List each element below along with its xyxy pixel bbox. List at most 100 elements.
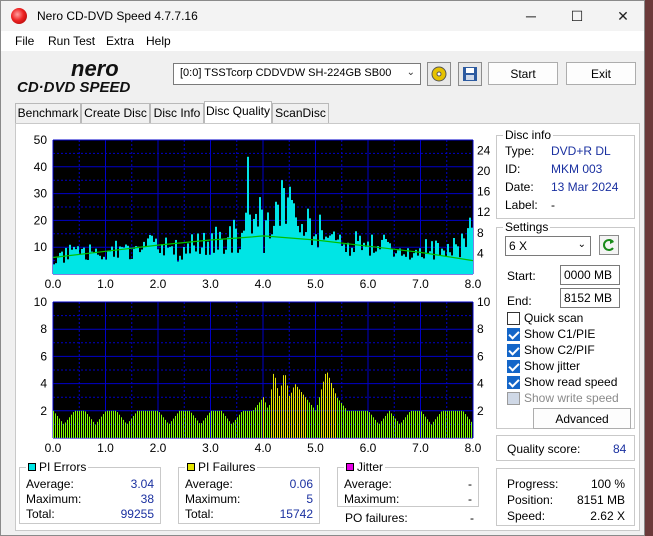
logo-cd-dvd-speed-text: CD·DVD SPEED bbox=[17, 79, 131, 96]
pi-failures-bar bbox=[89, 416, 90, 438]
pi-errors-bar bbox=[233, 219, 235, 274]
close-button[interactable]: ✕ bbox=[600, 1, 646, 31]
pi-errors-y-right-tick-label: 12 bbox=[477, 205, 491, 219]
pi-failures-bar bbox=[53, 410, 54, 438]
pi-errors-bar bbox=[287, 197, 289, 274]
quality-score-label: Quality score: bbox=[507, 442, 581, 456]
pi-errors-bar bbox=[449, 252, 451, 274]
pi-errors-bar bbox=[309, 218, 311, 274]
show-jitter-checkbox[interactable] bbox=[507, 360, 520, 373]
pi-failures-bar bbox=[229, 421, 230, 438]
minimize-button[interactable]: ─ bbox=[508, 1, 554, 31]
refresh-button[interactable] bbox=[599, 235, 619, 255]
pi-errors-bar bbox=[167, 247, 169, 274]
tab-disc-info[interactable]: Disc Info bbox=[150, 103, 204, 123]
pi-failures-bar bbox=[343, 405, 344, 438]
pi-failures-bar bbox=[465, 414, 466, 438]
pi-errors-bar bbox=[145, 246, 147, 274]
pi-failures-maximum-label: Maximum: bbox=[185, 492, 241, 506]
menu-help[interactable]: Help bbox=[146, 34, 171, 48]
tab-disc-quality[interactable]: Disc Quality bbox=[204, 101, 272, 124]
tab-benchmark[interactable]: Benchmark bbox=[15, 103, 81, 123]
pi-failures-bar bbox=[267, 407, 268, 438]
pi-errors-bar bbox=[251, 233, 253, 274]
pi-failures-bar bbox=[207, 415, 208, 438]
pi-errors-bar bbox=[373, 252, 375, 274]
pi-errors-bar bbox=[65, 247, 67, 274]
pi-errors-bar bbox=[141, 249, 143, 274]
pi-errors-bar bbox=[387, 241, 389, 274]
pi-failures-bar bbox=[167, 422, 168, 438]
pi-failures-bar bbox=[459, 410, 460, 438]
pi-failures-bar bbox=[389, 410, 390, 438]
pi-failures-bar bbox=[469, 419, 470, 438]
show-read-speed-checkbox[interactable] bbox=[507, 376, 520, 389]
start-label: Start: bbox=[507, 269, 536, 283]
show-c2-checkbox[interactable] bbox=[507, 344, 520, 357]
end-input[interactable]: 8152 MB bbox=[560, 288, 620, 308]
pi-failures-y-tick-label: 2 bbox=[40, 404, 47, 418]
menu-file[interactable]: File bbox=[15, 34, 34, 48]
pi-errors-bar bbox=[75, 249, 77, 274]
pi-failures-bar bbox=[363, 410, 364, 438]
pi-errors-bar bbox=[161, 244, 163, 274]
pi-failures-bar bbox=[289, 395, 290, 438]
maximize-button[interactable]: ☐ bbox=[554, 1, 600, 31]
pi-failures-bar bbox=[147, 410, 148, 438]
pi-failures-bar bbox=[313, 407, 314, 438]
pi-errors-average-value: 3.04 bbox=[130, 477, 154, 491]
pi-errors-bar bbox=[353, 252, 355, 274]
pi-failures-bar bbox=[319, 397, 320, 438]
pi-errors-bar bbox=[79, 253, 81, 274]
pi-failures-bar bbox=[421, 411, 422, 438]
tab-scandisc[interactable]: ScanDisc bbox=[272, 103, 329, 123]
pi-failures-bar bbox=[301, 392, 302, 438]
pi-failures-bar bbox=[325, 373, 326, 438]
exit-button[interactable]: Exit bbox=[566, 62, 636, 85]
advanced-button[interactable]: Advanced bbox=[533, 408, 631, 429]
tab-create-disc[interactable]: Create Disc bbox=[81, 103, 150, 123]
pi-errors-bar bbox=[99, 255, 101, 274]
quick-scan-checkbox[interactable] bbox=[507, 312, 520, 325]
start-input[interactable]: 0000 MB bbox=[560, 265, 620, 285]
pi-failures-bar bbox=[359, 410, 360, 438]
pi-errors-bar bbox=[375, 251, 377, 274]
pi-failures-bar bbox=[431, 424, 432, 438]
pi-failures-bar bbox=[393, 415, 394, 438]
pi-failures-total-label: Total: bbox=[185, 507, 214, 521]
pi-failures-bar bbox=[139, 410, 140, 438]
pi-errors-bar bbox=[171, 246, 173, 274]
pi-errors-bar bbox=[153, 241, 155, 274]
menu-extra[interactable]: Extra bbox=[106, 34, 134, 48]
pi-errors-x-tick-label: 0.0 bbox=[45, 277, 62, 291]
pi-failures-bar bbox=[91, 419, 92, 438]
pi-failures-bar bbox=[381, 421, 382, 438]
pi-errors-bar bbox=[447, 243, 449, 274]
pi-errors-bar bbox=[227, 237, 229, 274]
drive-selector[interactable]: [0:0] TSSTcorp CDDVDW SH-224GB SB00 ⌄ bbox=[173, 63, 421, 85]
pi-failures-bar bbox=[355, 410, 356, 438]
pi-failures-bar bbox=[191, 412, 192, 438]
show-c1-checkbox[interactable] bbox=[507, 328, 520, 341]
pi-failures-bar bbox=[105, 411, 106, 438]
pi-failures-bar bbox=[417, 410, 418, 438]
speed-select[interactable]: 6 X ⌄ bbox=[505, 236, 591, 256]
eject-button[interactable] bbox=[427, 62, 451, 86]
pi-failures-bar bbox=[291, 392, 292, 438]
pi-failures-bar bbox=[247, 410, 248, 438]
pi-errors-bar bbox=[469, 217, 471, 274]
pi-errors-bar bbox=[223, 253, 225, 274]
pi-failures-bar bbox=[183, 410, 184, 438]
menu-run-test[interactable]: Run Test bbox=[48, 34, 95, 48]
pi-failures-bar bbox=[101, 416, 102, 438]
pi-errors-bar bbox=[443, 250, 445, 274]
jitter-average-label: Average: bbox=[344, 477, 392, 491]
pi-errors-bar bbox=[411, 257, 413, 274]
pi-errors-bar bbox=[365, 246, 367, 274]
start-button[interactable]: Start bbox=[488, 62, 558, 85]
save-button[interactable] bbox=[458, 62, 482, 86]
pi-failures-x-tick-label: 3.0 bbox=[202, 441, 219, 455]
pi-failures-bar bbox=[367, 410, 368, 438]
pi-errors-bar bbox=[253, 218, 255, 274]
pi-failures-bar bbox=[269, 404, 270, 438]
